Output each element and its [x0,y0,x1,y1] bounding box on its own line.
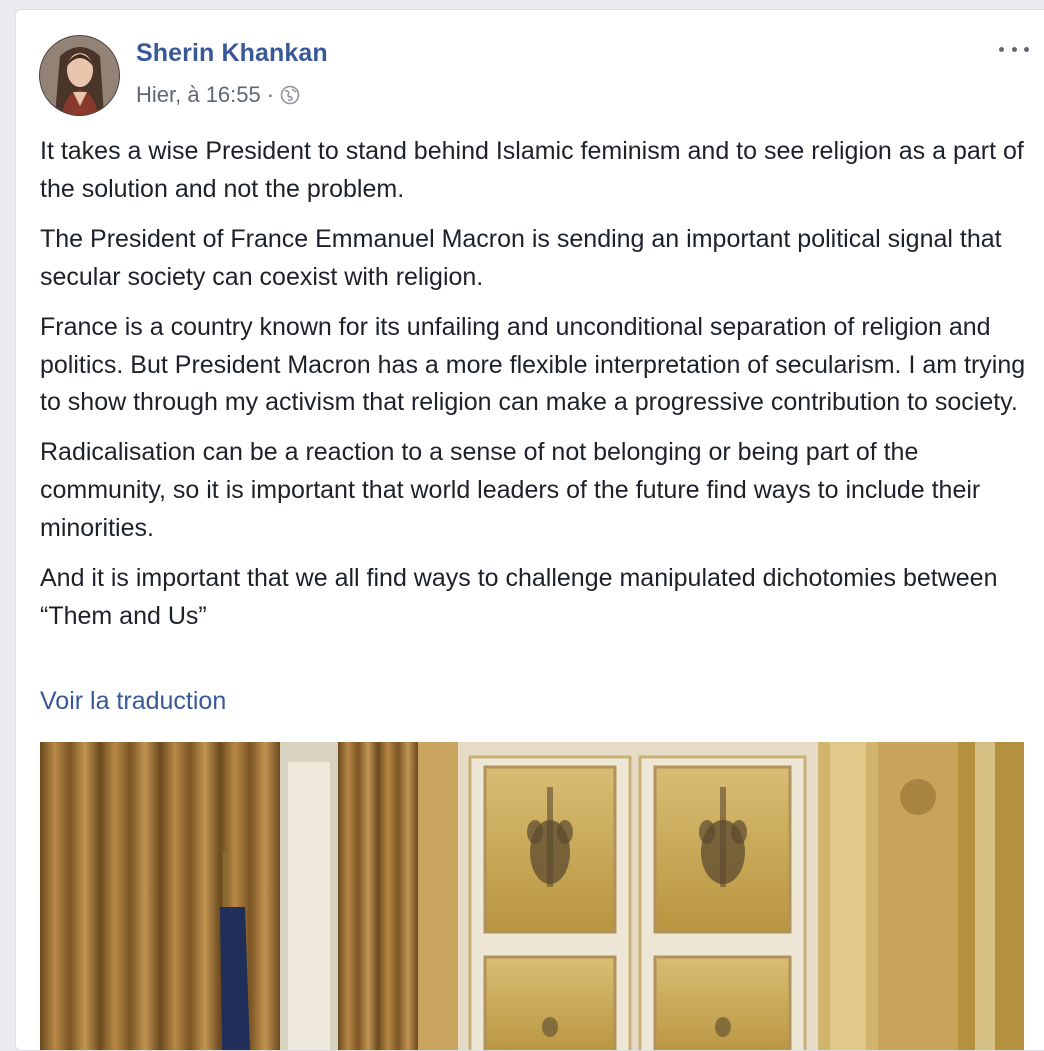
more-options-icon[interactable] [999,40,1029,58]
post-paragraph: Radicalisation can be a reaction to a se… [40,438,981,542]
post-text: It takes a wise President to stand behin… [40,133,1030,648]
palace-room-image [40,742,1024,1050]
post-card: Sherin Khankan Hier, à 16:55 · It takes … [15,9,1044,1051]
post-timestamp[interactable]: Hier, à 16:55 [136,82,261,108]
avatar-photo [40,36,119,115]
post-header: Sherin Khankan Hier, à 16:55 · [16,10,1044,120]
author-avatar[interactable] [39,35,120,116]
post-paragraph: France is a country known for its unfail… [40,312,1026,417]
meta-separator: · [266,82,275,107]
post-paragraph: And it is important that we all find way… [40,564,998,630]
post-meta: Hier, à 16:55 · [136,82,300,108]
post-paragraph: It takes a wise President to stand behin… [40,137,1024,203]
author-name-link[interactable]: Sherin Khankan [136,39,328,68]
post-photo[interactable] [40,742,1024,1050]
see-translation-link[interactable]: Voir la traduction [40,687,226,716]
globe-icon[interactable] [280,85,300,105]
post-paragraph: The President of France Emmanuel Macron … [40,224,1002,291]
